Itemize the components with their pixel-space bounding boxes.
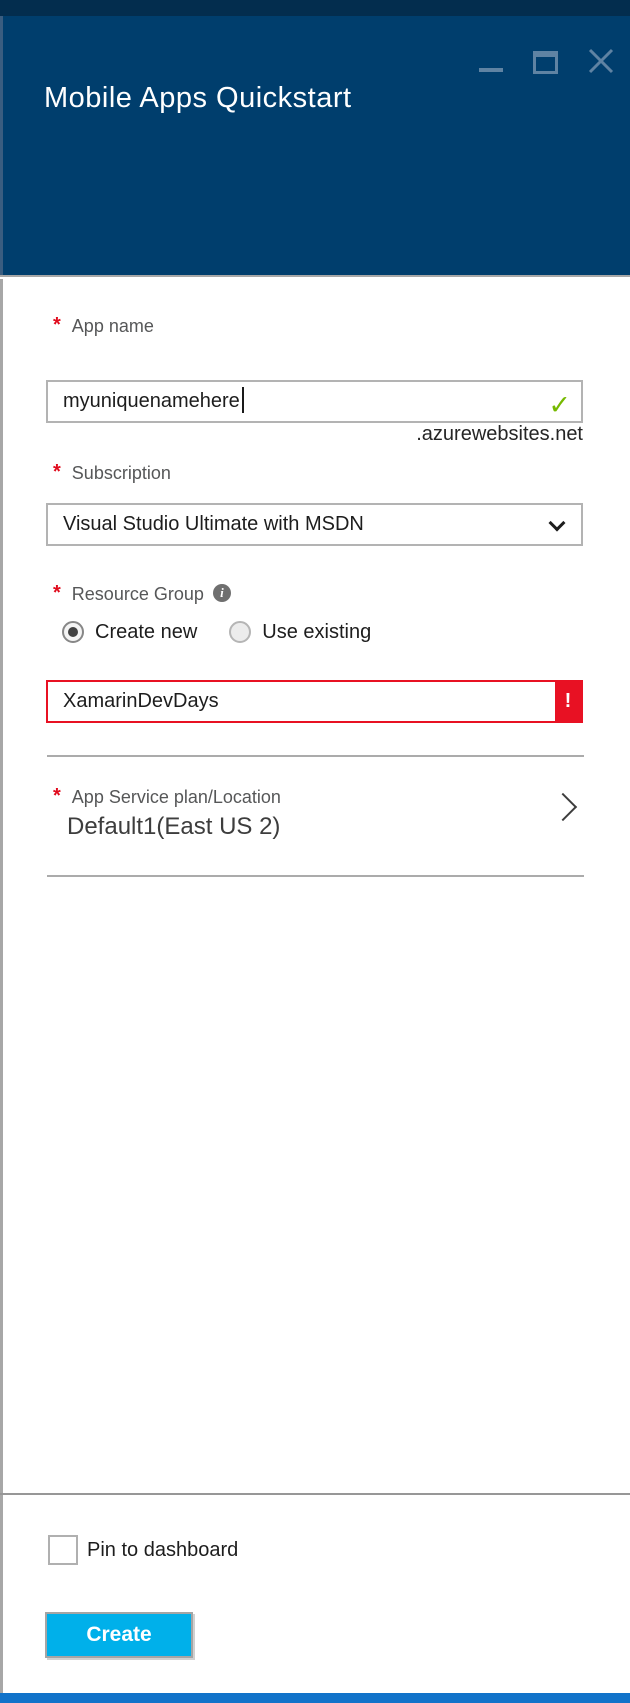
blade-title: Mobile Apps Quickstart bbox=[44, 82, 352, 115]
required-marker: * bbox=[53, 582, 61, 604]
chevron-right-icon bbox=[549, 793, 577, 821]
bottom-accent-strip bbox=[0, 1693, 630, 1703]
radio-use-existing-label[interactable]: Use existing bbox=[262, 621, 371, 644]
chevron-down-icon bbox=[549, 515, 566, 532]
create-button[interactable]: Create bbox=[45, 1612, 193, 1658]
app-service-plan-value: Default1(East US 2) bbox=[67, 813, 280, 841]
radio-create-new[interactable] bbox=[62, 621, 84, 643]
minimize-icon[interactable] bbox=[479, 68, 503, 72]
blade-header: Mobile Apps Quickstart bbox=[0, 16, 630, 277]
app-service-plan-selector[interactable]: *App Service plan/Location Default1(East… bbox=[0, 785, 630, 855]
domain-suffix: .azurewebsites.net bbox=[46, 423, 583, 446]
error-badge-icon: ! bbox=[555, 682, 581, 721]
divider bbox=[47, 755, 584, 757]
radio-use-existing[interactable] bbox=[229, 621, 251, 643]
close-icon[interactable] bbox=[588, 48, 614, 74]
app-service-plan-label: *App Service plan/Location bbox=[53, 787, 281, 811]
mobile-apps-quickstart-blade: Mobile Apps Quickstart *App name myuniqu… bbox=[0, 0, 630, 1703]
required-marker: * bbox=[53, 461, 61, 483]
text-caret bbox=[242, 387, 244, 413]
top-window-strip bbox=[0, 0, 630, 16]
info-icon[interactable]: i bbox=[213, 584, 231, 602]
header-left-accent bbox=[0, 16, 3, 275]
pin-to-dashboard-label[interactable]: Pin to dashboard bbox=[87, 1539, 238, 1562]
app-name-value: myuniquenamehere bbox=[63, 390, 240, 412]
resource-group-value: XamarinDevDays bbox=[63, 690, 219, 712]
divider bbox=[47, 875, 584, 877]
resource-group-label: *Resource Groupi bbox=[53, 584, 231, 608]
subscription-label: *Subscription bbox=[53, 463, 171, 487]
pin-to-dashboard-checkbox[interactable] bbox=[48, 1535, 78, 1565]
app-name-input[interactable]: myuniquenamehere ✓ bbox=[46, 380, 583, 423]
maximize-icon[interactable] bbox=[533, 51, 558, 74]
subscription-select[interactable]: Visual Studio Ultimate with MSDN bbox=[46, 503, 583, 546]
required-marker: * bbox=[53, 314, 61, 336]
window-controls bbox=[479, 46, 614, 74]
subscription-selected-value: Visual Studio Ultimate with MSDN bbox=[63, 513, 364, 535]
resource-group-input[interactable]: XamarinDevDays ! bbox=[46, 680, 583, 723]
valid-check-icon: ✓ bbox=[548, 386, 571, 425]
app-name-label: *App name bbox=[53, 316, 154, 340]
required-marker: * bbox=[53, 785, 61, 807]
radio-create-new-label[interactable]: Create new bbox=[95, 621, 197, 644]
resource-group-radio-group: Create new Use existing bbox=[62, 619, 371, 645]
footer-divider bbox=[0, 1493, 630, 1495]
blade-left-border bbox=[0, 279, 3, 1693]
